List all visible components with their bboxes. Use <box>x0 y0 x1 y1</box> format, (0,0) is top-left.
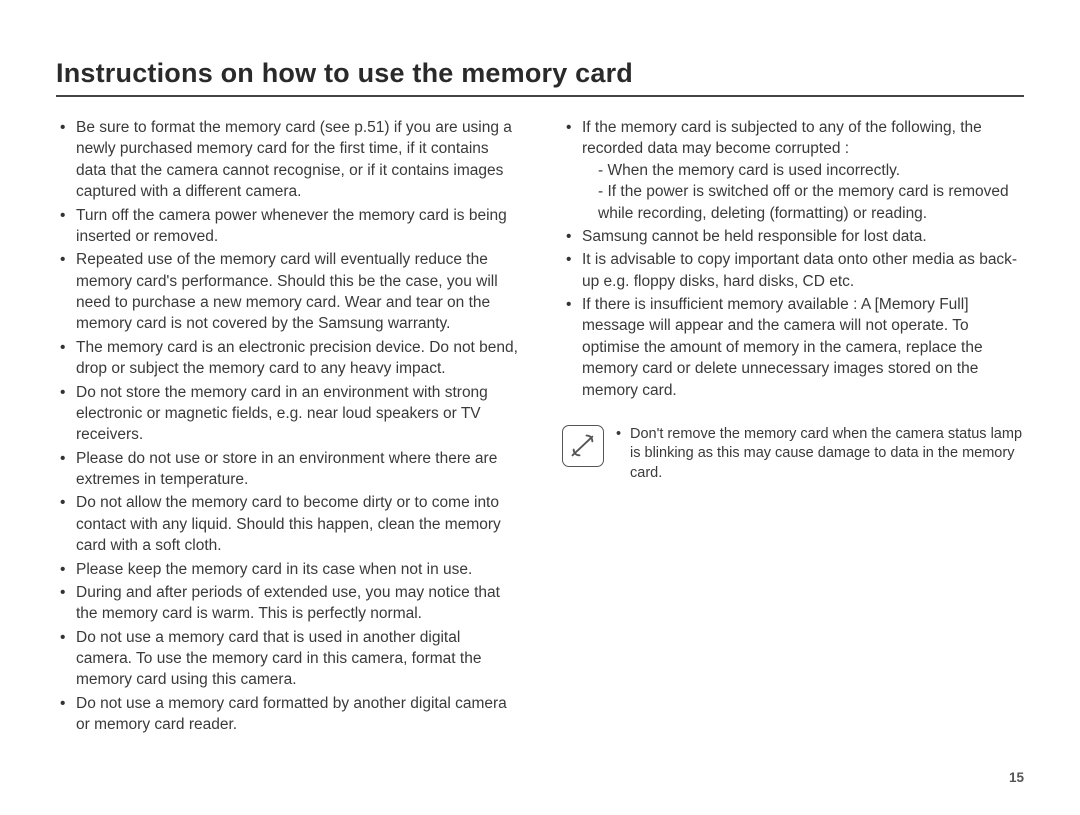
list-item: Do not store the memory card in an envir… <box>60 382 518 446</box>
list-item: Do not use a memory card that is used in… <box>60 627 518 691</box>
right-bullet-list: If the memory card is subjected to any o… <box>562 117 1024 401</box>
list-item: Samsung cannot be held responsible for l… <box>566 226 1024 247</box>
list-item: The memory card is an electronic precisi… <box>60 337 518 380</box>
list-item: If the memory card is subjected to any o… <box>566 117 1024 224</box>
list-item-lead: If the memory card is subjected to any o… <box>582 119 982 157</box>
list-item: Repeated use of the memory card will eve… <box>60 249 518 335</box>
sub-item: - When the memory card is used incorrect… <box>582 160 1024 181</box>
list-item: Do not use a memory card formatted by an… <box>60 693 518 736</box>
list-item: Please keep the memory card in its case … <box>60 559 518 580</box>
note-text: Don't remove the memory card when the ca… <box>616 425 1024 484</box>
sub-item: - If the power is switched off or the me… <box>582 181 1024 224</box>
note-icon <box>562 425 604 467</box>
page-number: 15 <box>1009 770 1024 785</box>
list-item: Please do not use or store in an environ… <box>60 448 518 491</box>
list-item: Turn off the camera power whenever the m… <box>60 205 518 248</box>
list-item: Be sure to format the memory card (see p… <box>60 117 518 203</box>
list-item: It is advisable to copy important data o… <box>566 249 1024 292</box>
left-column: Be sure to format the memory card (see p… <box>56 117 518 738</box>
title-rule <box>56 95 1024 97</box>
note-box: Don't remove the memory card when the ca… <box>562 425 1024 484</box>
list-item: If there is insufficient memory availabl… <box>566 294 1024 401</box>
content-columns: Be sure to format the memory card (see p… <box>56 117 1024 738</box>
manual-page: Instructions on how to use the memory ca… <box>0 0 1080 815</box>
left-bullet-list: Be sure to format the memory card (see p… <box>56 117 518 736</box>
list-item: Do not allow the memory card to become d… <box>60 492 518 556</box>
page-title: Instructions on how to use the memory ca… <box>56 58 1024 89</box>
list-item: During and after periods of extended use… <box>60 582 518 625</box>
right-column: If the memory card is subjected to any o… <box>562 117 1024 738</box>
note-bullet: Don't remove the memory card when the ca… <box>616 425 1024 484</box>
